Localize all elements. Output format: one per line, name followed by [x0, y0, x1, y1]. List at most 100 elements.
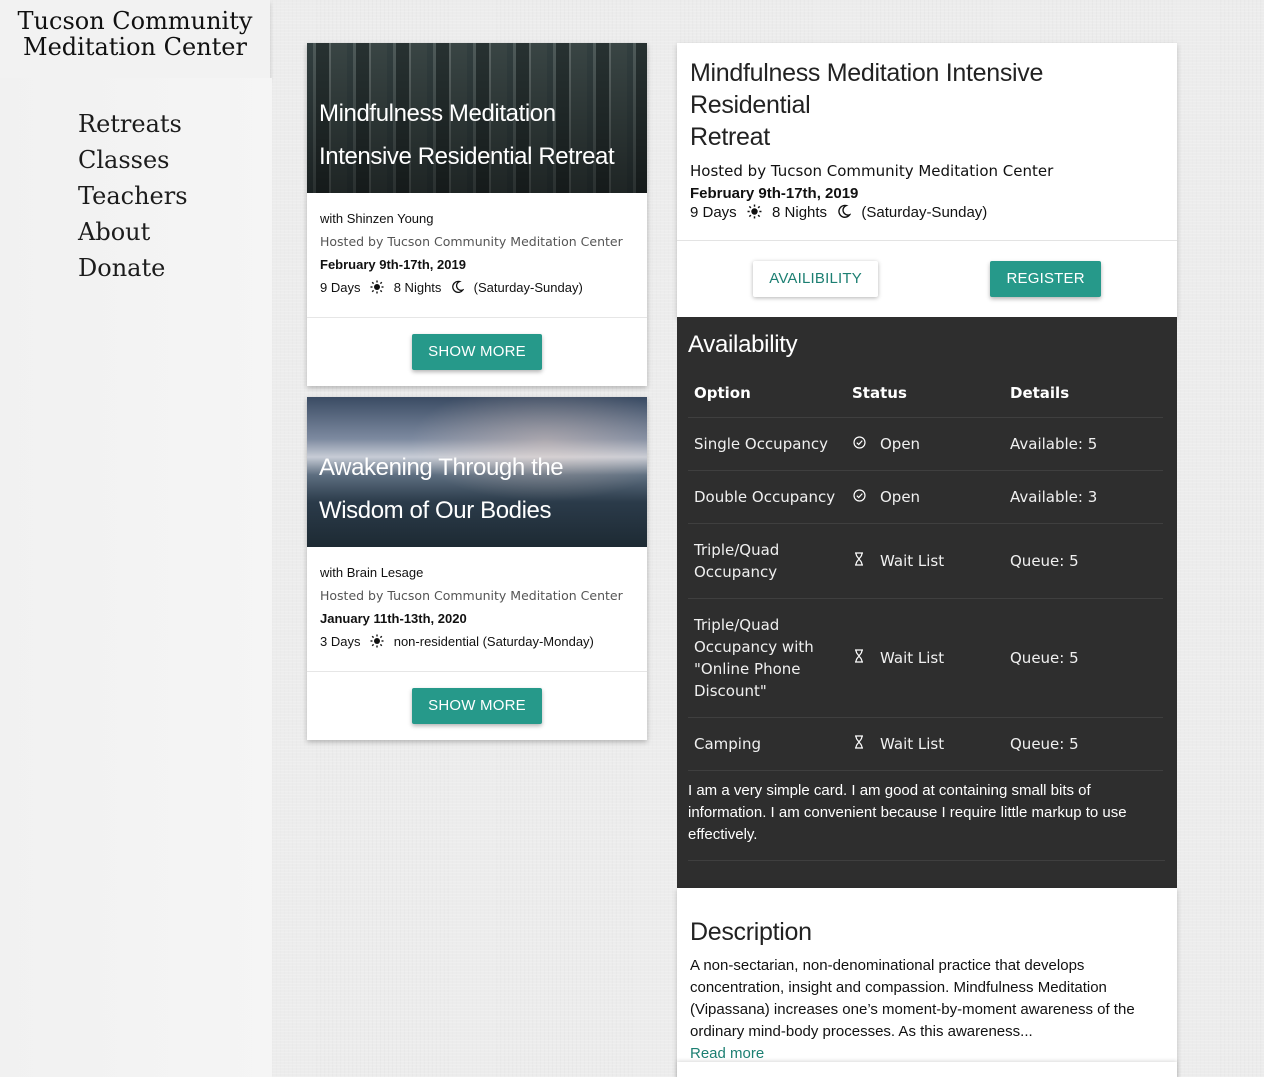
availability-button[interactable]: AVAILIBILITY [753, 261, 878, 297]
retreat-days: 9 Days [320, 280, 361, 295]
moon-icon [451, 278, 465, 301]
hourglass-icon [852, 550, 866, 572]
details-cell: Queue: 5 [1004, 717, 1163, 771]
status-cell: Open [846, 417, 1004, 471]
status-cell: Wait List [846, 523, 1004, 599]
retreat-detail-host-line: Hosted by Tucson Community Meditation Ce… [690, 162, 1165, 180]
site-title-line2: Meditation Center [23, 33, 247, 61]
hourglass-icon [852, 647, 866, 669]
show-more-button[interactable]: SHOW MORE [412, 688, 542, 724]
nav-item-retreats[interactable]: Retreats [78, 106, 272, 142]
column-header-status: Status [846, 369, 1004, 418]
retreat-detail-days: 9 Days [690, 204, 737, 221]
sidebar-nav: Retreats Classes Teachers About Donate [0, 78, 272, 286]
retreat-card-title: Mindfulness Meditation Intensive Residen… [319, 92, 635, 178]
details-cell: Available: 5 [1004, 417, 1163, 471]
site-title[interactable]: Tucson Community Meditation Center [0, 0, 270, 78]
option-cell: Triple/Quad Occupancy [688, 523, 846, 599]
table-row: Camping Wait List Queue: 5 [688, 717, 1163, 771]
retreat-nights: 8 Nights [393, 280, 442, 295]
details-cell: Queue: 5 [1004, 523, 1163, 599]
retreat-card-title-line1: Awakening Through the [319, 454, 564, 481]
retreat-detail-duration: 9 Days 8 Nights (Saturday-Sunday) [690, 202, 1165, 226]
nav-item-about[interactable]: About [78, 214, 272, 250]
nav-item-classes[interactable]: Classes [78, 142, 272, 178]
table-row: Triple/Quad Occupancy with "Online Phone… [688, 598, 1163, 718]
retreat-day-range: non-residential (Saturday-Monday) [393, 634, 594, 649]
details-cell: Queue: 5 [1004, 598, 1163, 718]
status-text: Open [880, 487, 921, 506]
retreat-dates: February 9th-17th, 2019 [320, 257, 466, 272]
retreat-detail-actions: AVAILIBILITY REGISTER [677, 241, 1177, 317]
retreat-card-title-line1: Mindfulness Meditation [319, 100, 556, 127]
availability-table: Option Status Details Single Occupancy O… [688, 369, 1163, 771]
retreat-detail-title-line1: Mindfulness Meditation Intensive Residen… [690, 59, 1044, 119]
retreat-card-title-line2: Intensive Residential Retreat [319, 143, 615, 170]
option-cell: Triple/Quad Occupancy with "Online Phone… [688, 598, 846, 718]
description-title: Description [690, 918, 812, 946]
status-text: Wait List [880, 551, 945, 570]
availability-header-row: Option Status Details [688, 369, 1163, 418]
description-card: Description A non-sectarian, non-denomin… [677, 888, 1177, 1077]
option-cell: Camping [688, 717, 846, 771]
option-cell: Double Occupancy [688, 470, 846, 524]
retreat-card-actions: SHOW MORE [307, 672, 647, 740]
retreat-dates: January 11th-13th, 2020 [320, 611, 467, 626]
show-more-button[interactable]: SHOW MORE [412, 334, 542, 370]
retreat-host-line: Hosted by Tucson Community Meditation Ce… [320, 230, 635, 253]
register-button[interactable]: REGISTER [990, 261, 1101, 297]
column-header-option: Option [688, 369, 846, 418]
sun-icon [747, 204, 762, 226]
retreat-card: Mindfulness Meditation Intensive Residen… [307, 43, 647, 386]
description-text: A non-sectarian, non-denominational prac… [690, 957, 1135, 1040]
site-title-line1: Tucson Community [17, 7, 253, 35]
hourglass-icon [852, 733, 866, 755]
retreat-detail-header: Mindfulness Meditation Intensive Residen… [677, 43, 1177, 241]
retreat-card-actions: SHOW MORE [307, 318, 647, 386]
retreat-detail-dates: February 9th-17th, 2019 [690, 185, 859, 202]
retreat-days: 3 Days [320, 634, 361, 649]
sidebar: Retreats Classes Teachers About Donate [0, 78, 272, 1077]
retreat-card-body: with Brain Lesage Hosted by Tucson Commu… [307, 547, 647, 672]
check-circle-icon [852, 433, 866, 455]
availability-title: Availability [688, 331, 798, 358]
availability-note: I am a very simple card. I am good at co… [688, 771, 1165, 861]
option-cell: Single Occupancy [688, 417, 846, 471]
status-text: Wait List [880, 648, 945, 667]
table-row: Double Occupancy Open Available: 3 [688, 470, 1163, 524]
column-header-details: Details [1004, 369, 1163, 418]
table-row: Single Occupancy Open Available: 5 [688, 417, 1163, 471]
hosted-by-label: Hosted by [320, 234, 384, 249]
availability-card: Availability Option Status Details Singl… [677, 317, 1177, 888]
details-cell: Available: 3 [1004, 470, 1163, 524]
hosted-by-label: Hosted by [320, 588, 384, 603]
next-card-stub [677, 1062, 1177, 1077]
retreat-detail-title-line2: Retreat [690, 123, 770, 151]
retreat-detail-title: Mindfulness Meditation Intensive Residen… [690, 57, 1165, 153]
retreat-detail-panel: Mindfulness Meditation Intensive Residen… [677, 43, 1177, 1077]
retreat-teacher: with Shinzen Young [320, 211, 434, 226]
nav-item-donate[interactable]: Donate [78, 250, 272, 286]
retreat-card-image[interactable]: Mindfulness Meditation Intensive Residen… [307, 43, 647, 193]
retreat-host: Tucson Community Meditation Center [387, 588, 623, 603]
retreat-card: Awakening Through the Wisdom of Our Bodi… [307, 397, 647, 740]
retreat-detail-card: Mindfulness Meditation Intensive Residen… [677, 43, 1177, 317]
retreat-duration: 3 Days non-residential (Saturday-Monday) [320, 630, 635, 655]
status-text: Open [880, 434, 921, 453]
sun-icon [370, 278, 384, 301]
retreat-detail-host: Tucson Community Meditation Center [770, 162, 1054, 180]
status-text: Wait List [880, 734, 945, 753]
sun-icon [370, 632, 384, 655]
status-cell: Wait List [846, 598, 1004, 718]
check-circle-icon [852, 486, 866, 508]
retreat-card-body: with Shinzen Young Hosted by Tucson Comm… [307, 193, 647, 318]
nav-item-teachers[interactable]: Teachers [78, 178, 272, 214]
retreat-day-range: (Saturday-Sunday) [473, 280, 583, 295]
retreat-card-title-line2: Wisdom of Our Bodies [319, 497, 552, 524]
retreat-detail-day-range: (Saturday-Sunday) [861, 204, 988, 221]
retreat-host: Tucson Community Meditation Center [387, 234, 623, 249]
status-cell: Wait List [846, 717, 1004, 771]
retreat-detail-nights: 8 Nights [772, 204, 828, 221]
retreat-card-image[interactable]: Awakening Through the Wisdom of Our Bodi… [307, 397, 647, 547]
retreat-teacher: with Brain Lesage [320, 565, 424, 580]
